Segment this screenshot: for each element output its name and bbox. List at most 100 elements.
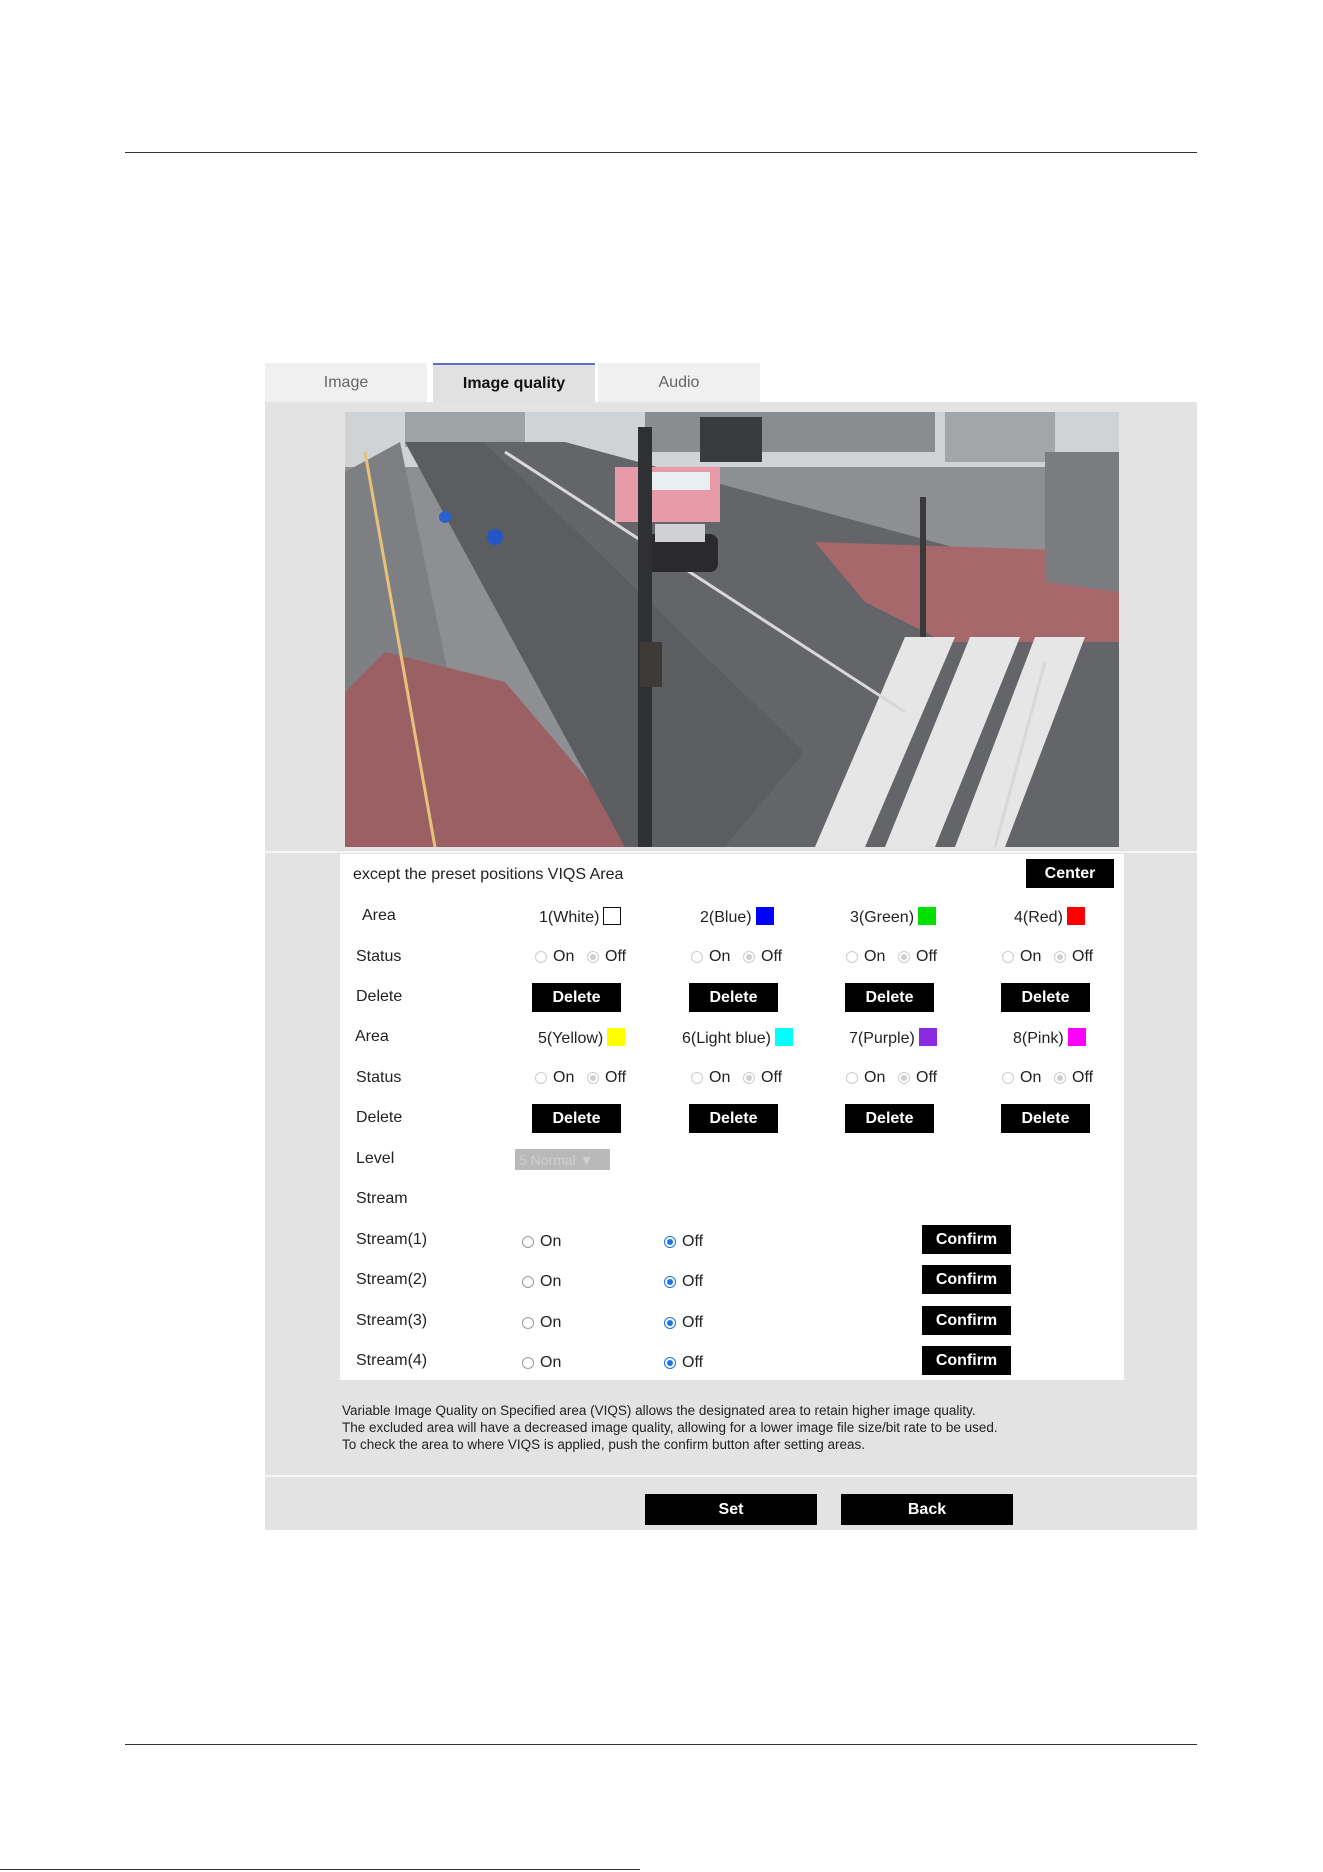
back-button[interactable]: Back bbox=[841, 1494, 1013, 1525]
area-7-delete-button[interactable]: Delete bbox=[845, 1104, 934, 1133]
area-5-delete-button[interactable]: Delete bbox=[532, 1104, 621, 1133]
center-button[interactable]: Center bbox=[1026, 859, 1114, 888]
radio-icon bbox=[1054, 1072, 1066, 1084]
viqs-header: except the preset positions VIQS Area bbox=[353, 866, 624, 883]
radio-icon bbox=[743, 1072, 755, 1084]
status-label: Status bbox=[356, 948, 402, 965]
pink-swatch bbox=[1067, 1028, 1086, 1046]
description-line-2: The excluded area will have a decreased … bbox=[342, 1420, 998, 1435]
level-label: Level bbox=[356, 1150, 395, 1167]
status-label: Status bbox=[356, 1069, 402, 1086]
radio-icon bbox=[691, 951, 703, 963]
area-7-off-radio[interactable]: Off bbox=[898, 1069, 937, 1087]
stream-2-confirm-button[interactable]: Confirm bbox=[922, 1265, 1011, 1294]
area-1-delete-button[interactable]: Delete bbox=[532, 983, 621, 1012]
area-1-off-radio[interactable]: Off bbox=[587, 948, 626, 966]
off-text: Off bbox=[761, 948, 783, 965]
chevron-down-icon: ▼ bbox=[579, 1151, 594, 1168]
radio-icon bbox=[664, 1276, 676, 1288]
viqs-description: Variable Image Quality on Specified area… bbox=[342, 1402, 998, 1453]
stream-label: Stream bbox=[356, 1190, 408, 1207]
radio-icon bbox=[587, 1072, 599, 1084]
area-2: 2(Blue) bbox=[700, 907, 774, 927]
area-6-off-radio[interactable]: Off bbox=[743, 1069, 782, 1087]
stream-3-off-radio[interactable]: Off bbox=[664, 1314, 703, 1332]
on-text: On bbox=[1020, 1069, 1042, 1086]
area-6-delete-button[interactable]: Delete bbox=[689, 1104, 778, 1133]
tab-image[interactable]: Image bbox=[265, 363, 427, 403]
stream-1-off-radio[interactable]: Off bbox=[664, 1233, 703, 1251]
radio-icon bbox=[1054, 951, 1066, 963]
panel-divider bbox=[265, 851, 1197, 853]
area-4-on-radio[interactable]: On bbox=[1002, 948, 1041, 966]
area-2-delete-button[interactable]: Delete bbox=[689, 983, 778, 1012]
radio-icon bbox=[1002, 951, 1014, 963]
off-text: Off bbox=[605, 948, 627, 965]
area-8-on-radio[interactable]: On bbox=[1002, 1069, 1041, 1087]
area-5-label: 5(Yellow) bbox=[538, 1030, 604, 1047]
area-7-label: 7(Purple) bbox=[849, 1030, 915, 1047]
stream-2-off-radio[interactable]: Off bbox=[664, 1273, 703, 1291]
stream-4-confirm-button[interactable]: Confirm bbox=[922, 1346, 1011, 1375]
description-line-1: Variable Image Quality on Specified area… bbox=[342, 1403, 976, 1418]
blue-swatch bbox=[755, 907, 774, 925]
stream-2-label: Stream(2) bbox=[356, 1271, 428, 1288]
off-text: Off bbox=[605, 1069, 627, 1086]
radio-icon bbox=[587, 951, 599, 963]
on-text: On bbox=[709, 948, 731, 965]
area-4-off-radio[interactable]: Off bbox=[1054, 948, 1093, 966]
stream-3-confirm-button[interactable]: Confirm bbox=[922, 1306, 1011, 1335]
white-swatch bbox=[603, 907, 622, 925]
area-4: 4(Red) bbox=[1014, 907, 1085, 927]
on-text: On bbox=[864, 1069, 886, 1086]
on-text: On bbox=[540, 1314, 562, 1331]
area-6: 6(Light blue) bbox=[682, 1028, 793, 1048]
radio-icon bbox=[522, 1276, 534, 1288]
stream-4-off-radio[interactable]: Off bbox=[664, 1354, 703, 1372]
area-2-off-radio[interactable]: Off bbox=[743, 948, 782, 966]
area-5-on-radio[interactable]: On bbox=[535, 1069, 574, 1087]
stream-4-on-radio[interactable]: On bbox=[522, 1354, 561, 1372]
area-8-delete-button[interactable]: Delete bbox=[1001, 1104, 1090, 1133]
area-5-off-radio[interactable]: Off bbox=[587, 1069, 626, 1087]
radio-icon bbox=[846, 951, 858, 963]
area-8-off-radio[interactable]: Off bbox=[1054, 1069, 1093, 1087]
area-6-label: 6(Light blue) bbox=[682, 1030, 771, 1047]
area-8: 8(Pink) bbox=[1013, 1028, 1086, 1048]
area-1-label: 1(White) bbox=[539, 909, 600, 926]
off-text: Off bbox=[682, 1314, 704, 1331]
stream-1-on-radio[interactable]: On bbox=[522, 1233, 561, 1251]
area-1-on-radio[interactable]: On bbox=[535, 948, 574, 966]
stream-1-confirm-button[interactable]: Confirm bbox=[922, 1225, 1011, 1254]
radio-icon bbox=[664, 1317, 676, 1329]
delete-label: Delete bbox=[356, 1109, 403, 1126]
radio-icon bbox=[743, 951, 755, 963]
area-2-on-radio[interactable]: On bbox=[691, 948, 730, 966]
delete-label: Delete bbox=[356, 988, 403, 1005]
level-select[interactable]: 5 Normal ▼ bbox=[515, 1149, 610, 1170]
stream-4-label: Stream(4) bbox=[356, 1352, 428, 1369]
set-button[interactable]: Set bbox=[645, 1494, 817, 1525]
level-value: 5 Normal bbox=[519, 1151, 576, 1168]
camera-live-image[interactable] bbox=[345, 412, 1119, 847]
footnote-rule bbox=[0, 1869, 640, 1870]
area-4-delete-button[interactable]: Delete bbox=[1001, 983, 1090, 1012]
radio-icon bbox=[535, 951, 547, 963]
area-6-on-radio[interactable]: On bbox=[691, 1069, 730, 1087]
area-3-off-radio[interactable]: Off bbox=[898, 948, 937, 966]
stream-3-on-radio[interactable]: On bbox=[522, 1314, 561, 1332]
area-3-on-radio[interactable]: On bbox=[846, 948, 885, 966]
off-text: Off bbox=[682, 1354, 704, 1371]
light-blue-swatch bbox=[774, 1028, 793, 1046]
tab-audio[interactable]: Audio bbox=[598, 363, 760, 403]
radio-icon bbox=[664, 1357, 676, 1369]
stream-3-label: Stream(3) bbox=[356, 1312, 428, 1329]
area-7-on-radio[interactable]: On bbox=[846, 1069, 885, 1087]
area-label: Area bbox=[355, 1028, 389, 1045]
area-3-delete-button[interactable]: Delete bbox=[845, 983, 934, 1012]
yellow-swatch bbox=[607, 1028, 626, 1046]
stream-1-label: Stream(1) bbox=[356, 1231, 428, 1248]
stream-2-on-radio[interactable]: On bbox=[522, 1273, 561, 1291]
off-text: Off bbox=[761, 1069, 783, 1086]
tab-image-quality[interactable]: Image quality bbox=[433, 363, 595, 403]
